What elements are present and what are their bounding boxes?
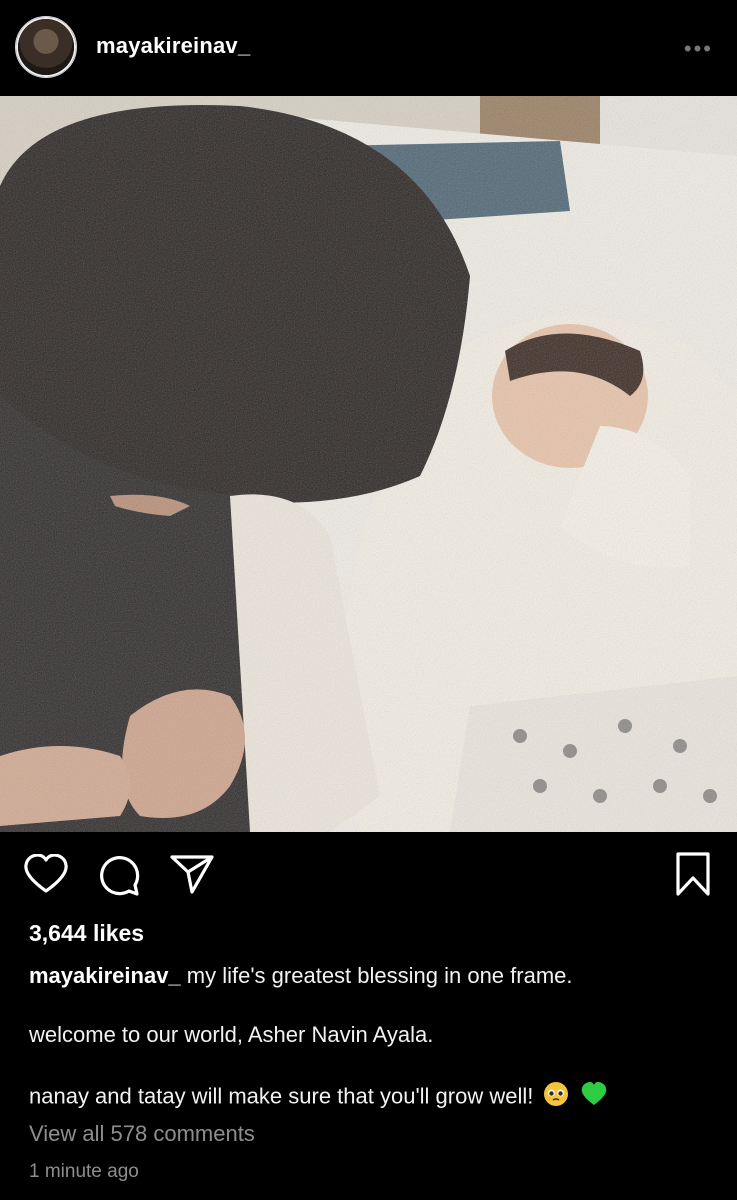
- caption-username[interactable]: mayakireinav_: [29, 963, 181, 988]
- post-header: mayakireinav_ •••: [0, 0, 737, 96]
- post-photo[interactable]: [0, 96, 737, 832]
- pleading-face-emoji: [543, 1081, 569, 1114]
- caption-text: my life's greatest blessing in one frame…: [186, 963, 573, 988]
- more-options-icon[interactable]: •••: [684, 36, 713, 62]
- green-heart-emoji: [580, 1081, 608, 1114]
- view-all-comments-link[interactable]: View all 578 comments: [29, 1121, 255, 1147]
- likes-count[interactable]: 3,644 likes: [29, 920, 144, 947]
- caption-line-2: welcome to our world, Asher Navin Ayala.: [29, 1022, 434, 1047]
- avatar[interactable]: [15, 16, 77, 78]
- heart-icon[interactable]: [24, 854, 68, 894]
- photo-illustration: [0, 96, 737, 832]
- story-ring: [15, 16, 77, 78]
- username[interactable]: mayakireinav_: [96, 33, 250, 59]
- post-timestamp: 1 minute ago: [29, 1161, 139, 1182]
- paper-plane-icon[interactable]: [170, 854, 214, 894]
- comment-icon[interactable]: [98, 854, 140, 896]
- caption-text: nanay and tatay will make sure that you'…: [29, 1083, 534, 1109]
- bookmark-icon[interactable]: [675, 852, 711, 896]
- caption-line-1: mayakireinav_ my life's greatest blessin…: [29, 962, 719, 990]
- action-bar: [0, 832, 737, 922]
- caption-line-3: nanay and tatay will make sure that you'…: [29, 1081, 719, 1114]
